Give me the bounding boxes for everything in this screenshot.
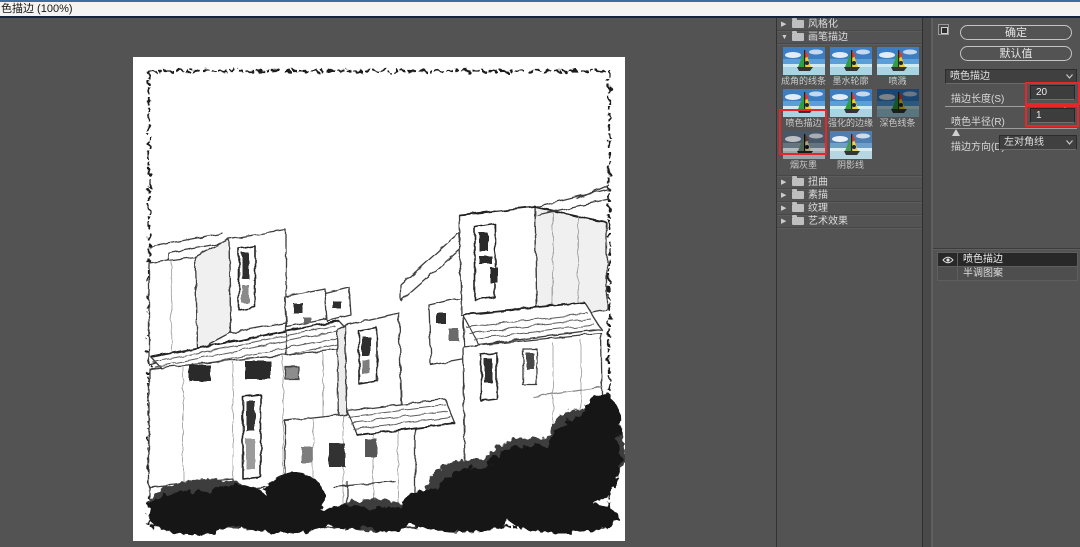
filter-thumb-label: 烟灰墨: [780, 159, 827, 171]
category-stylize[interactable]: ▶ 风格化: [777, 18, 922, 31]
filter-thumb-sumi-e[interactable]: 烟灰墨: [780, 131, 827, 173]
spray-radius-input[interactable]: 1: [1030, 108, 1075, 123]
filter-thumb-label: 喷色描边: [780, 117, 827, 129]
filter-category-panel: ▶ 风格化 ▼ 画笔描边 成角的线条 墨水轮廓 喷溅 喷色描边 强化的边缘: [776, 18, 922, 547]
collapsed-arrow-icon: ▶: [781, 176, 791, 189]
effect-layer-name: 喷色描边: [958, 253, 1003, 267]
effect-layer-list: 喷色描边 半调图案: [937, 252, 1078, 281]
filter-thumb-label: 阴影线: [827, 159, 874, 171]
stroke-length-input[interactable]: 20: [1030, 85, 1075, 100]
filter-settings-panel: 确定 默认值 喷色描边 描边长度(S) 20 喷色半径(R) 1 描边方向(D)…: [932, 18, 1080, 547]
default-button[interactable]: 默认值: [960, 46, 1072, 61]
collapsed-arrow-icon: ▶: [781, 215, 791, 228]
expanded-arrow-icon: ▼: [781, 31, 791, 44]
folder-icon: [792, 191, 804, 199]
category-sketch[interactable]: ▶ 素描: [777, 189, 922, 202]
collapsed-arrow-icon: ▶: [781, 18, 791, 31]
filter-thumb-ink-outlines[interactable]: 墨水轮廓: [827, 47, 874, 89]
hide-thumbnails-button[interactable]: [938, 24, 949, 35]
filter-thumb-label: 喷溅: [874, 75, 921, 87]
folder-icon: [792, 204, 804, 212]
document-title: 色描边 (100%): [1, 3, 73, 15]
filter-thumb-angled-strokes[interactable]: 成角的线条: [780, 47, 827, 89]
chevron-down-icon: [1066, 140, 1073, 145]
category-artistic[interactable]: ▶ 艺术效果: [777, 215, 922, 228]
ok-button[interactable]: 确定: [960, 25, 1072, 40]
spray-radius-slider-handle[interactable]: [952, 129, 960, 136]
filter-thumbnail-image: [877, 47, 919, 75]
category-label: 艺术效果: [808, 215, 848, 228]
category-label: 扭曲: [808, 176, 828, 189]
eye-icon: [942, 256, 954, 264]
sketch-buildings-illustration: [133, 57, 625, 541]
chevron-down-icon: [1066, 74, 1073, 79]
folder-icon: [792, 178, 804, 186]
visibility-toggle[interactable]: [938, 253, 958, 266]
effect-layer-halftone-pattern[interactable]: 半调图案: [937, 267, 1078, 281]
filter-thumbnail-image: [783, 89, 825, 117]
folder-icon: [792, 20, 804, 28]
category-texture[interactable]: ▶ 纹理: [777, 202, 922, 215]
filter-thumb-label: 深色线条: [874, 117, 921, 129]
filter-select-value: 喷色描边: [950, 71, 990, 82]
filter-thumb-sprayed-strokes[interactable]: 喷色描边: [780, 89, 827, 131]
effect-layer-name: 半调图案: [958, 267, 1003, 281]
filter-thumb-label: 墨水轮廓: [827, 75, 874, 87]
document-title-bar: 色描边 (100%): [0, 0, 1080, 18]
filter-thumbnail-image: [877, 89, 919, 117]
filter-thumbnail-image: [830, 47, 872, 75]
open-folder-icon: [792, 33, 804, 41]
filter-thumbnail-image: [830, 131, 872, 159]
stroke-direction-value: 左对角线: [1004, 137, 1044, 148]
collapsed-arrow-icon: ▶: [781, 189, 791, 202]
category-brush-strokes[interactable]: ▼ 画笔描边: [777, 31, 922, 44]
category-distort[interactable]: ▶ 扭曲: [777, 176, 922, 189]
category-label: 素描: [808, 189, 828, 202]
filter-thumb-crosshatch[interactable]: 阴影线: [827, 131, 874, 173]
filter-thumbnail-grid: 成角的线条 墨水轮廓 喷溅 喷色描边 强化的边缘 深色线条 烟灰墨 阴影线: [777, 44, 923, 176]
panel-scrollbar-gutter[interactable]: [922, 18, 932, 547]
filter-thumbnail-image: [783, 47, 825, 75]
filter-thumbnail-image: [783, 131, 825, 159]
category-label: 风格化: [808, 18, 838, 31]
category-label: 纹理: [808, 202, 828, 215]
preview-canvas[interactable]: [0, 18, 776, 547]
folder-icon: [792, 217, 804, 225]
filter-select-dropdown[interactable]: 喷色描边: [945, 69, 1077, 84]
filter-thumbnail-image: [830, 89, 872, 117]
filter-preview-image[interactable]: [133, 57, 625, 541]
spray-radius-slider[interactable]: [945, 128, 1077, 129]
filter-thumb-dark-strokes[interactable]: 深色线条: [874, 89, 921, 131]
spray-radius-label: 喷色半径(R): [951, 113, 1005, 128]
collapsed-arrow-icon: ▶: [781, 202, 791, 215]
filter-thumb-accented-edges[interactable]: 强化的边缘: [827, 89, 874, 131]
stroke-length-label: 描边长度(S): [951, 90, 1004, 105]
stroke-length-slider[interactable]: [945, 106, 1077, 107]
filter-thumb-label: 强化的边缘: [827, 117, 874, 129]
stroke-direction-dropdown[interactable]: 左对角线: [999, 135, 1077, 150]
visibility-toggle[interactable]: [938, 267, 958, 280]
category-label: 画笔描边: [808, 31, 848, 44]
filter-thumb-label: 成角的线条: [780, 75, 827, 87]
filter-thumb-spatter[interactable]: 喷溅: [874, 47, 921, 89]
settings-divider: [933, 248, 1080, 250]
effect-layer-sprayed-strokes[interactable]: 喷色描边: [937, 253, 1078, 267]
